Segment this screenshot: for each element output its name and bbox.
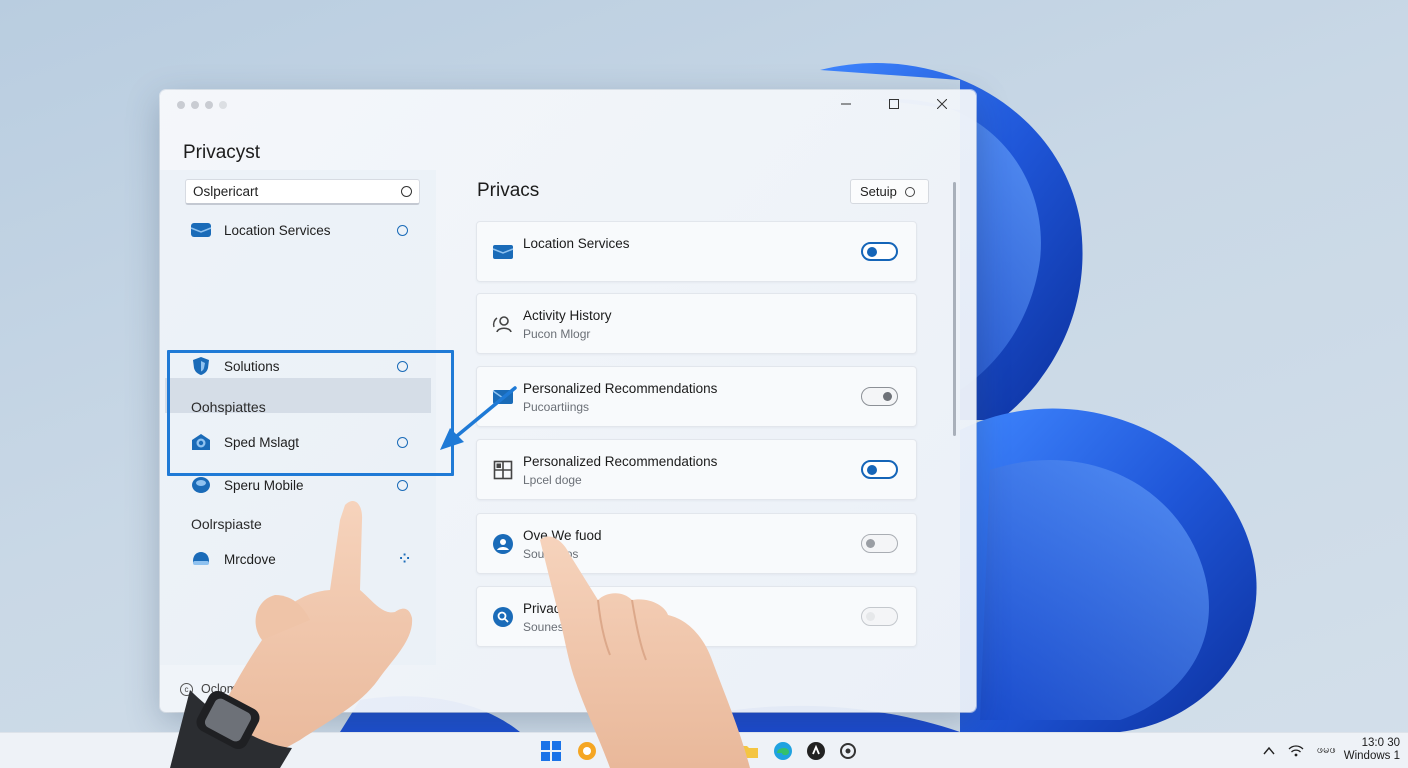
- sidebar-item-label: Solutions: [224, 358, 280, 374]
- search-icon: [401, 186, 412, 197]
- maximize-button[interactable]: [870, 92, 918, 116]
- sidebar-item-label: Sped Mslagt: [224, 434, 300, 450]
- search-circle-icon: [491, 605, 515, 629]
- setting-card-activity-history[interactable]: Activity History Pucon Mlogr: [476, 293, 917, 354]
- sidebar: Location Services Solutions Oohspiattes …: [160, 170, 454, 665]
- activity-person-icon: [491, 312, 515, 336]
- status-ring-icon: [397, 479, 408, 491]
- sidebar-item-mrcdove[interactable]: Mrcdove ⁘: [190, 545, 412, 573]
- setting-card-personalized-recommendations[interactable]: Personalized Recommendations Pucoartiing…: [476, 366, 917, 427]
- sidebar-footer[interactable]: c Oclomm: [180, 682, 248, 696]
- info-icon: c: [180, 682, 193, 696]
- app-title: Privacyst: [183, 142, 261, 163]
- sidebar-group-label: Oohspiattes: [191, 399, 266, 415]
- clock-label: Windows 1: [1343, 750, 1400, 762]
- settings-gear-icon[interactable]: [838, 741, 858, 761]
- person-circle-icon: [491, 532, 515, 556]
- clock-time: 13:0 30: [1361, 737, 1400, 749]
- sidebar-item-sped-mslagt[interactable]: Sped Mslagt: [190, 428, 412, 456]
- setting-card-privacy[interactable]: Privacy Sounes: [476, 586, 917, 647]
- settings-window: Privacyst Location Services Solutions Oo…: [160, 90, 976, 712]
- setting-card-ove-we-fuod[interactable]: Ove We fuod Soustiiuos: [476, 513, 917, 574]
- sidebar-item-label: Mrcdove: [224, 551, 276, 567]
- app-icon[interactable]: [641, 741, 661, 761]
- mail-open-icon: [190, 432, 212, 452]
- search-input[interactable]: [193, 184, 401, 199]
- sidebar-item-label: Speru Mobile: [224, 477, 304, 493]
- circle-icon: [904, 186, 915, 197]
- sidebar-group-label: Oolrspiaste: [191, 516, 262, 532]
- card-subtitle: Lpcel doge: [523, 473, 582, 487]
- dark-app-icon[interactable]: [806, 741, 826, 761]
- card-title: Personalized Recommendations: [523, 454, 718, 469]
- recommendations-toggle[interactable]: [861, 387, 898, 406]
- card-title: Ove We fuod: [523, 528, 602, 543]
- sidebar-item-speru-mobile[interactable]: Speru Mobile: [190, 471, 412, 499]
- setup-button[interactable]: Setuip: [850, 179, 929, 204]
- chevron-up-icon[interactable]: [1259, 741, 1279, 761]
- card-title: Activity History: [523, 308, 612, 323]
- windows-start-icon[interactable]: [541, 741, 561, 761]
- location-toggle[interactable]: [861, 242, 898, 261]
- card-subtitle: Soustiiuos: [523, 547, 579, 561]
- card-subtitle: Pucon Mlogr: [523, 327, 591, 341]
- envelope-icon: [491, 240, 515, 264]
- minimize-icon: [841, 103, 851, 105]
- ove-toggle[interactable]: [861, 534, 898, 553]
- status-ring-icon: [397, 436, 408, 448]
- grid-icon: [491, 458, 515, 482]
- scrollbar[interactable]: [953, 182, 956, 436]
- sparkle-icon: ⁘: [399, 551, 410, 566]
- folder-icon[interactable]: [739, 741, 759, 761]
- sidebar-item-solutions[interactable]: Solutions: [190, 352, 412, 380]
- card-title: Personalized Recommendations: [523, 381, 718, 396]
- status-ring-icon: [397, 360, 408, 372]
- sidebar-footer-label: Oclomm: [201, 682, 248, 696]
- recommendations-toggle-2[interactable]: [861, 460, 898, 479]
- shield-icon: [190, 356, 212, 376]
- envelope-icon: [190, 220, 212, 240]
- maximize-icon: [889, 99, 899, 109]
- window-dots: [177, 101, 227, 109]
- browser-icon[interactable]: [577, 741, 597, 761]
- page-title: Privacs: [477, 180, 540, 201]
- card-subtitle: Sounes: [523, 620, 564, 634]
- system-clock[interactable]: 13:0 30 Windows 1: [1344, 737, 1400, 763]
- close-button[interactable]: [918, 92, 966, 116]
- taskbar: ဖမဖ 13:0 30 Windows 1: [0, 732, 1408, 768]
- pointer-arrow-icon: [440, 386, 517, 450]
- card-subtitle: Pucoartiings: [523, 400, 590, 414]
- setup-button-label: Setuip: [860, 184, 897, 199]
- card-title: Location Services: [523, 236, 630, 251]
- status-ring-icon: [397, 224, 408, 236]
- sidebar-item-location-services[interactable]: Location Services: [190, 216, 412, 244]
- cloud-icon: [190, 549, 212, 569]
- search-taskbar-icon[interactable]: [609, 741, 629, 761]
- setting-card-personalized-recommendations-2[interactable]: Personalized Recommendations Lpcel doge: [476, 439, 917, 500]
- privacy-toggle[interactable]: [861, 607, 898, 626]
- tray-label[interactable]: ဖမဖ: [1317, 743, 1336, 759]
- window-controls: [822, 92, 966, 116]
- card-title: Privacy: [523, 601, 568, 616]
- close-icon: [937, 99, 947, 109]
- disc-icon: [190, 475, 212, 495]
- minimize-button[interactable]: [822, 92, 870, 116]
- edge-icon[interactable]: [773, 741, 793, 761]
- setting-card-location-services[interactable]: Location Services: [476, 221, 917, 282]
- wifi-icon[interactable]: [1286, 741, 1306, 761]
- sidebar-item-label: Location Services: [224, 222, 331, 238]
- sidebar-search[interactable]: [185, 179, 420, 205]
